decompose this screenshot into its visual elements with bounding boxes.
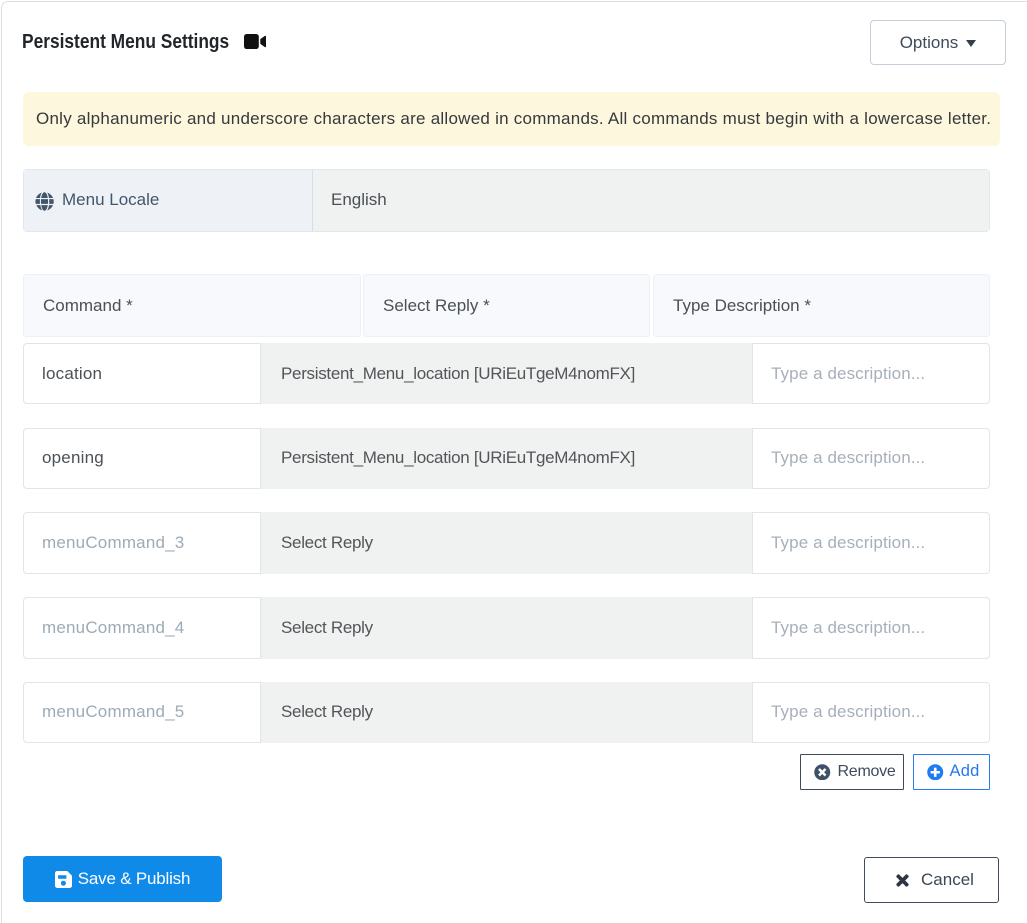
warning-alert: Only alphanumeric and underscore charact… [23, 92, 1000, 146]
remove-button[interactable]: Remove [800, 754, 904, 790]
video-camera-icon [244, 33, 266, 49]
remove-button-label: Remove [837, 762, 896, 780]
select-reply-value: Persistent_Menu_location [URiEuTgeM4nomF… [281, 363, 636, 383]
warning-alert-text: Only alphanumeric and underscore charact… [36, 109, 992, 128]
menu-locale-label-cell: Menu Locale [24, 169, 313, 231]
menu-locale-value: English [313, 169, 989, 231]
column-header-command: Command * [23, 274, 361, 337]
cancel-button-label: Cancel [921, 870, 974, 889]
description-input[interactable] [752, 512, 990, 574]
caret-down-icon [966, 40, 977, 47]
command-input[interactable] [23, 597, 261, 659]
column-header-label: Command * [43, 295, 133, 315]
column-header-label: Select Reply * [383, 295, 490, 315]
save-icon [54, 870, 72, 888]
select-reply-value: Select Reply [281, 702, 373, 722]
description-input[interactable] [752, 427, 990, 490]
plus-circle-icon [927, 763, 944, 780]
select-reply-value: Select Reply [281, 617, 373, 637]
page-title: Persistent Menu Settings [22, 31, 230, 53]
select-reply-dropdown[interactable]: Select Reply [261, 681, 752, 744]
globe-icon [35, 191, 54, 211]
command-input[interactable] [23, 681, 261, 744]
command-input[interactable] [23, 512, 261, 574]
command-row: Persistent_Menu_location [URiEuTgeM4nomF… [23, 342, 990, 405]
menu-locale-group: Menu Locale English [23, 168, 990, 232]
add-button[interactable]: Add [913, 754, 990, 790]
command-input[interactable] [23, 342, 261, 405]
add-button-label: Add [949, 762, 980, 781]
menu-locale-label: Menu Locale [62, 190, 160, 209]
options-button[interactable]: Options [870, 20, 1006, 65]
command-row: Select Reply [23, 681, 990, 744]
column-header-label: Type Description * [673, 295, 811, 315]
description-input[interactable] [752, 681, 990, 744]
cancel-button[interactable]: Cancel [864, 857, 999, 903]
select-reply-dropdown[interactable]: Persistent_Menu_location [URiEuTgeM4nomF… [261, 342, 752, 405]
select-reply-dropdown[interactable]: Select Reply [261, 597, 752, 659]
select-reply-value: Select Reply [281, 533, 373, 553]
description-input[interactable] [752, 342, 990, 405]
save-publish-button[interactable]: Save & Publish [23, 856, 222, 902]
column-header-select-reply: Select Reply * [363, 274, 650, 337]
save-button-label: Save & Publish [77, 869, 191, 888]
menu-locale-value-text: English [331, 190, 387, 209]
times-icon [896, 873, 909, 887]
command-row: Select Reply [23, 512, 990, 574]
description-input[interactable] [752, 597, 990, 659]
command-row: Persistent_Menu_location [URiEuTgeM4nomF… [23, 427, 990, 490]
column-header-type-description: Type Description * [653, 274, 990, 337]
command-input[interactable] [23, 427, 261, 490]
options-button-label: Options [899, 32, 959, 52]
times-circle-icon [814, 763, 831, 780]
select-reply-dropdown[interactable]: Persistent_Menu_location [URiEuTgeM4nomF… [261, 427, 752, 490]
select-reply-value: Persistent_Menu_location [URiEuTgeM4nomF… [281, 448, 636, 468]
select-reply-dropdown[interactable]: Select Reply [261, 512, 752, 574]
command-row: Select Reply [23, 597, 990, 659]
